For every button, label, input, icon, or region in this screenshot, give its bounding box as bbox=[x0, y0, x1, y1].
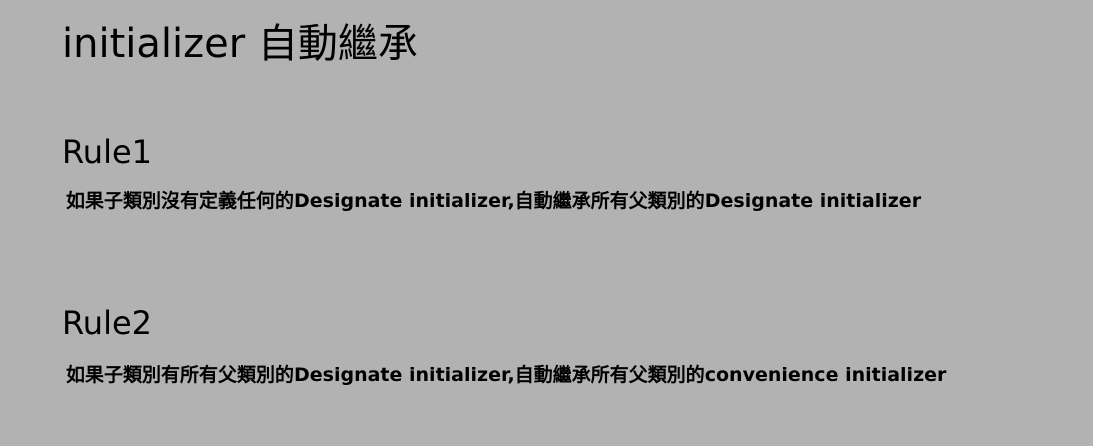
slide: initializer 自動繼承 Rule1 如果子類別沒有定義任何的Desig… bbox=[0, 0, 1093, 446]
rule1-heading: Rule1 bbox=[62, 133, 153, 171]
rule1-description: 如果子類別沒有定義任何的Designate initializer,自動繼承所有… bbox=[66, 190, 922, 212]
rule2-heading: Rule2 bbox=[62, 304, 153, 342]
rule2-description: 如果子類別有所有父類別的Designate initializer,自動繼承所有… bbox=[66, 364, 947, 386]
slide-title: initializer 自動繼承 bbox=[62, 21, 418, 67]
